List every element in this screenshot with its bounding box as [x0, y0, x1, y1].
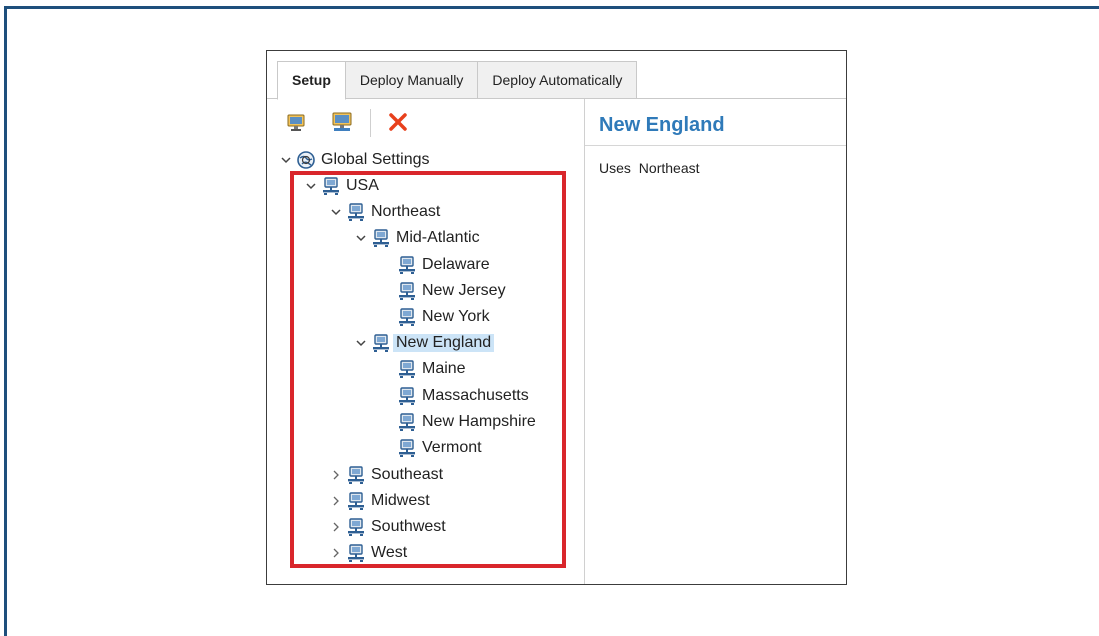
details-pane: New England Uses Northeast: [585, 99, 846, 584]
delete-button[interactable]: [385, 109, 411, 135]
tree-item-label: Global Settings: [321, 151, 430, 168]
toolbar-separator: [370, 109, 371, 137]
chevron-down-icon[interactable]: [280, 154, 292, 166]
uses-value: Northeast: [638, 160, 700, 176]
tab-setup[interactable]: Setup: [277, 61, 346, 100]
highlight-box: [290, 171, 566, 568]
tab-deploy-manually[interactable]: Deploy Manually: [344, 61, 479, 98]
tree-item-global-settings[interactable]: Global Settings: [280, 149, 430, 171]
add-group-icon: [332, 112, 352, 131]
add-group-button[interactable]: [329, 109, 355, 135]
tab-deploy-automatically[interactable]: Deploy Automatically: [477, 61, 638, 98]
uses-label: Uses: [599, 160, 631, 176]
details-title: New England: [585, 99, 846, 146]
add-computer-button[interactable]: [283, 109, 309, 135]
details-body: Uses Northeast: [585, 146, 846, 190]
delete-icon: [389, 113, 407, 131]
globe-icon: [297, 151, 315, 169]
tree-toolbar: [267, 99, 584, 145]
tab-bar: Setup Deploy Manually Deploy Automatical…: [277, 61, 638, 100]
add-computer-icon: [287, 114, 305, 131]
